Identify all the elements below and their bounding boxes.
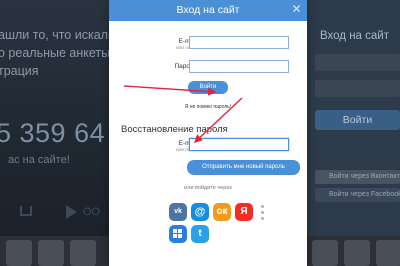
background-heading-line: трация [0, 64, 39, 78]
recovery-title: Восстановление пароля [121, 124, 228, 135]
login-modal: Вход на сайт ✕ E-mail или логин Пароль В… [109, 0, 307, 266]
download-icon [20, 206, 32, 216]
background-email-field [315, 54, 400, 71]
login-button[interactable]: Войти [188, 81, 228, 94]
yandex-icon[interactable]: Я [235, 203, 253, 221]
close-icon[interactable]: ✕ [290, 2, 303, 17]
play-store-icon [66, 205, 77, 219]
avatar [38, 240, 64, 266]
background-password-field [315, 80, 400, 97]
background-social-login: Войти через Facebook [315, 188, 400, 202]
recovery-email-input[interactable] [189, 138, 289, 151]
background-heading-line: о реальные анкеты [0, 46, 111, 60]
background-counter-caption: ас на сайте! [8, 154, 70, 166]
avatar [376, 240, 400, 266]
password-input[interactable] [189, 60, 289, 73]
background-login-panel: Вход на сайт Войти Войти через Вконтакте… [306, 0, 400, 236]
avatar [312, 240, 338, 266]
mail-ru-icon[interactable]: @ [191, 203, 209, 221]
email-input[interactable] [189, 36, 289, 49]
twitter-icon[interactable]: t [191, 225, 209, 243]
avatar [6, 240, 32, 266]
background-heading-line: ашли то, что искали [0, 28, 115, 42]
forgot-password-link[interactable]: Я не помню пароль! [175, 104, 241, 110]
odnoklassniki-icon[interactable]: ок [213, 203, 231, 221]
background-login-title: Вход на сайт [320, 30, 389, 42]
background-app-text: ОО [83, 206, 101, 218]
background-login-button: Войти [315, 110, 400, 130]
background-user-counter: 5 359 64 [0, 118, 106, 148]
social-login-caption: или войдите через [184, 185, 232, 191]
send-new-password-button[interactable]: Отправить мне новый пароль [187, 160, 300, 175]
avatar [344, 240, 370, 266]
avatar [70, 240, 96, 266]
background-social-login: Войти через Вконтакте [315, 170, 400, 184]
modal-title: Вход на сайт [176, 4, 240, 16]
windows-icon[interactable] [169, 225, 187, 243]
more-options-icon[interactable] [260, 205, 266, 221]
modal-header: Вход на сайт ✕ [109, 0, 307, 21]
vk-icon[interactable]: vk [169, 203, 187, 221]
